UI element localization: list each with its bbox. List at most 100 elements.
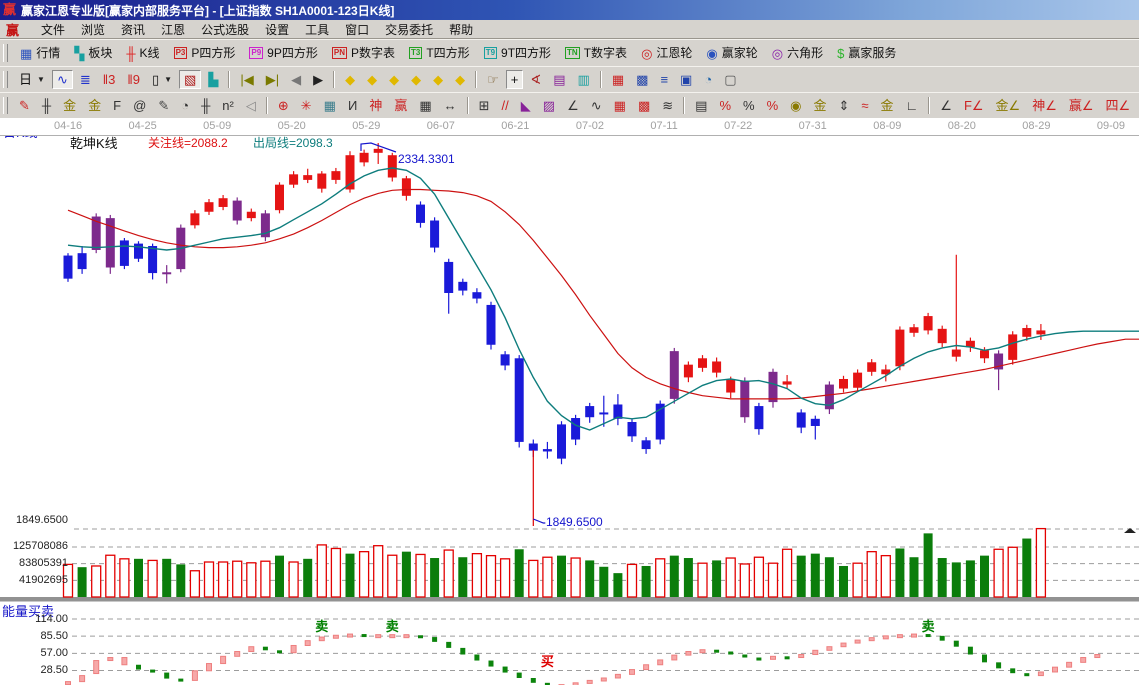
candle-body[interactable] bbox=[487, 305, 496, 345]
volume-bar[interactable] bbox=[726, 558, 735, 597]
volume-bar[interactable] bbox=[444, 550, 453, 597]
tool-percent-tri[interactable]: % bbox=[714, 96, 736, 115]
volume-bar[interactable] bbox=[585, 560, 594, 597]
candle-body[interactable] bbox=[515, 358, 524, 442]
volume-bar[interactable] bbox=[472, 554, 481, 597]
candle-body[interactable] bbox=[910, 327, 919, 333]
tool-fib-lines[interactable]: F bbox=[108, 96, 126, 115]
candle-body[interactable] bbox=[416, 205, 425, 223]
tool-gold-circle[interactable]: ◉ bbox=[785, 96, 806, 115]
tool-zoom-reset[interactable]: ◆ bbox=[406, 70, 426, 89]
volume-bar[interactable] bbox=[994, 549, 1003, 597]
menu-item-江恩[interactable]: 江恩 bbox=[153, 23, 193, 37]
candle-body[interactable] bbox=[571, 418, 580, 440]
candle-body[interactable] bbox=[331, 171, 340, 180]
candle-body[interactable] bbox=[599, 412, 608, 414]
volume-bar[interactable] bbox=[938, 558, 947, 597]
volume-bar[interactable] bbox=[331, 548, 340, 597]
volume-bar[interactable] bbox=[599, 567, 608, 597]
volume-bar[interactable] bbox=[670, 556, 679, 597]
candle-body[interactable] bbox=[684, 365, 693, 378]
tool-zigzag[interactable]: ∿ bbox=[586, 96, 607, 115]
tool-updown-pencil[interactable]: ⇕ bbox=[833, 96, 854, 115]
menu-item-帮助[interactable]: 帮助 bbox=[441, 23, 481, 37]
tool-pencil-2[interactable]: ✎ bbox=[153, 96, 174, 115]
candle-body[interactable] bbox=[205, 202, 214, 212]
candle-body[interactable] bbox=[557, 424, 566, 458]
volume-bar[interactable] bbox=[176, 564, 185, 597]
toolbar-button-t-number-table[interactable]: TNT数字表 bbox=[559, 45, 633, 61]
candle-body[interactable] bbox=[148, 246, 157, 273]
tool-gold-level[interactable]: 金 bbox=[808, 96, 831, 115]
tool-wave-red[interactable]: ≈ bbox=[856, 96, 873, 115]
toolbar-grip[interactable] bbox=[3, 97, 8, 115]
tool-compress-left[interactable]: ◆ bbox=[340, 70, 360, 89]
volume-bar[interactable] bbox=[754, 557, 763, 597]
candle-body[interactable] bbox=[670, 351, 679, 399]
volume-bar[interactable] bbox=[881, 556, 890, 597]
volume-bar[interactable] bbox=[106, 555, 115, 597]
volume-bar[interactable] bbox=[952, 562, 961, 597]
volume-bar[interactable] bbox=[501, 559, 510, 597]
panel-splitter[interactable] bbox=[0, 597, 1139, 602]
volume-bar[interactable] bbox=[1036, 529, 1045, 597]
volume-bar[interactable] bbox=[360, 552, 369, 597]
volume-bar[interactable] bbox=[487, 556, 496, 597]
candle-body[interactable] bbox=[78, 253, 87, 269]
volume-bar[interactable] bbox=[628, 564, 637, 597]
tool-calculator[interactable]: ▩ bbox=[631, 70, 653, 89]
candle-type-dropdown-icon[interactable]: ▼ bbox=[164, 76, 172, 84]
tool-angle-measure[interactable]: ∢ bbox=[525, 70, 546, 89]
tool-calendar[interactable]: ▦ bbox=[607, 70, 629, 89]
tool-gann-scale[interactable]: ╫ bbox=[37, 96, 56, 115]
tool-remote[interactable]: ▢ bbox=[719, 70, 741, 89]
tool-k-count[interactable]: И bbox=[343, 96, 362, 115]
toolbar-grip[interactable] bbox=[3, 71, 8, 89]
toolbar-button-winner-wheel[interactable]: ◉赢家轮 bbox=[700, 45, 763, 62]
volume-bar[interactable] bbox=[374, 546, 383, 597]
volume-bar[interactable] bbox=[895, 548, 904, 597]
tool-n-square[interactable]: n² bbox=[217, 96, 239, 115]
tool-world-time[interactable]: ◔ bbox=[699, 70, 717, 89]
volume-bar[interactable] bbox=[571, 558, 580, 597]
period-day-dropdown-icon[interactable]: ▼ bbox=[37, 76, 45, 84]
candle-body[interactable] bbox=[501, 354, 510, 365]
tool-purple-zone[interactable]: ▤ bbox=[548, 70, 570, 89]
candle-body[interactable] bbox=[64, 256, 73, 279]
tool-price-grid[interactable]: ▦ bbox=[414, 96, 436, 115]
tool-volume-profile[interactable]: ▙ bbox=[203, 70, 223, 89]
tool-period-day[interactable]: 日▼ bbox=[14, 70, 50, 89]
candle-body[interactable] bbox=[1036, 330, 1045, 334]
tool-mirror[interactable]: ◁ bbox=[241, 96, 261, 115]
volume-bar[interactable] bbox=[853, 563, 862, 597]
volume-bar[interactable] bbox=[275, 556, 284, 597]
candle-body[interactable] bbox=[289, 174, 298, 184]
title-bar[interactable]: 赢 赢家江恩专业版[赢家内部服务平台] - [上证指数 SH1A0001-123… bbox=[0, 0, 1139, 20]
volume-bar[interactable] bbox=[797, 556, 806, 597]
tool-kline-9[interactable]: ‖9 bbox=[122, 70, 145, 89]
candle-body[interactable] bbox=[1022, 328, 1031, 337]
scroll-marker-triangle-icon[interactable] bbox=[1124, 528, 1136, 533]
candle-body[interactable] bbox=[867, 362, 876, 372]
tool-trend-wave[interactable]: ∿ bbox=[52, 70, 73, 89]
candle-body[interactable] bbox=[374, 149, 383, 153]
tool-next-bar[interactable]: ▶ bbox=[308, 70, 328, 89]
candle-body[interactable] bbox=[444, 262, 453, 293]
candle-body[interactable] bbox=[529, 444, 538, 451]
tool-web-grid[interactable]: ▦ bbox=[319, 96, 341, 115]
toolbar-button-gann-wheel[interactable]: ◎江恩轮 bbox=[635, 45, 698, 62]
volume-bar[interactable] bbox=[557, 556, 566, 597]
volume-bar[interactable] bbox=[162, 559, 171, 597]
volume-bar[interactable] bbox=[303, 559, 312, 597]
tool-last-bar[interactable]: ▶| bbox=[261, 70, 284, 89]
toolbar-button-sectors[interactable]: ▚板块 bbox=[68, 45, 118, 62]
candle-body[interactable] bbox=[895, 330, 904, 367]
toolbar-button-winner-service[interactable]: $赢家服务 bbox=[831, 45, 902, 62]
toolbar-grip[interactable] bbox=[3, 44, 8, 62]
volume-bar[interactable] bbox=[219, 562, 228, 597]
candle-body[interactable] bbox=[190, 213, 199, 225]
volume-bar[interactable] bbox=[346, 554, 355, 597]
tool-expand-x[interactable]: ◆ bbox=[384, 70, 404, 89]
tool-pencil[interactable]: ✎ bbox=[14, 96, 35, 115]
volume-bar[interactable] bbox=[783, 549, 792, 597]
